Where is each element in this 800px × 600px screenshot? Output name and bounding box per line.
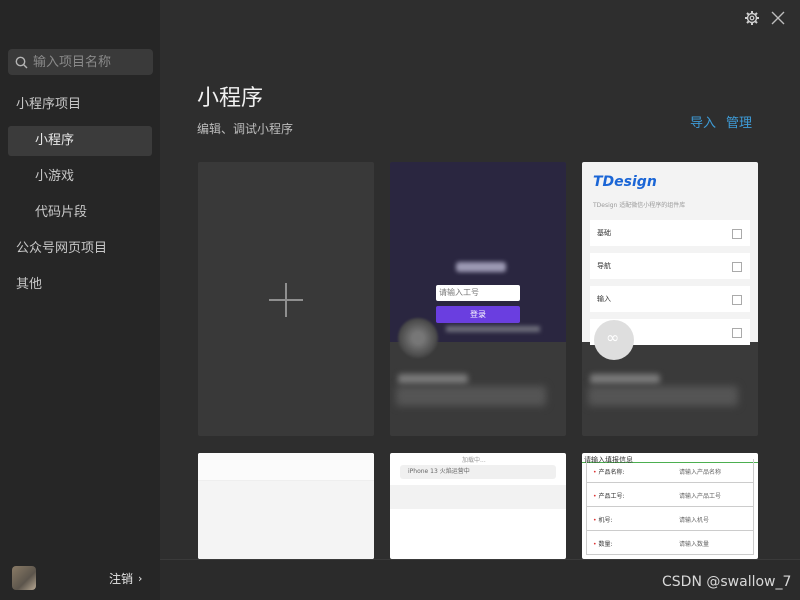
- blurred-text: [456, 262, 506, 272]
- preview-list-item: 基础: [590, 220, 750, 246]
- preview-button: 登录: [436, 306, 520, 323]
- form-placeholder: 请输入产品工号: [679, 493, 722, 500]
- project-desc-blurred: [396, 386, 546, 406]
- close-icon[interactable]: [770, 10, 786, 26]
- watermark: CSDN @swallow_7: [662, 574, 792, 590]
- sidebar: 小程序项目 小程序 小游戏 代码片段 公众号网页项目 其他 注销 ›: [0, 0, 160, 600]
- project-preview: [198, 481, 374, 559]
- form-label: 数量:: [593, 539, 612, 548]
- sidebar-item-official-account-web[interactable]: 公众号网页项目: [0, 234, 160, 264]
- chevron-right-icon: ›: [138, 572, 143, 585]
- form-placeholder: 请输入产品名称: [679, 469, 722, 476]
- project-preview: 请输入工号 登录: [390, 162, 566, 342]
- form-row: 机号: 请输入机号: [586, 507, 754, 531]
- form-row: 产品工号: 请输入产品工号: [586, 483, 754, 507]
- project-card[interactable]: TDesign TDesign 适配微信小程序的组件库 基础 导航 输入: [582, 162, 758, 436]
- preview-input: 请输入工号: [436, 285, 520, 301]
- search-icon: [15, 56, 28, 68]
- form-label: 机号:: [593, 515, 612, 524]
- project-card[interactable]: 加载中... iPhone 13 火焰运营中: [390, 453, 566, 559]
- project-name-blurred: [590, 374, 660, 384]
- form-placeholder: 请输入机号: [679, 517, 710, 524]
- project-card[interactable]: [198, 453, 374, 559]
- import-link[interactable]: 导入: [690, 112, 716, 131]
- preview-list-item: 导航: [590, 253, 750, 279]
- link-icon: [594, 320, 634, 360]
- search-input[interactable]: [33, 54, 148, 70]
- tdesign-logo: TDesign: [593, 174, 657, 190]
- sidebar-item-miniprogram-projects[interactable]: 小程序项目: [0, 90, 160, 120]
- project-preview: [390, 485, 566, 509]
- logout-button[interactable]: 注销 ›: [109, 570, 142, 587]
- sidebar-item-other[interactable]: 其他: [0, 270, 160, 300]
- new-project-card[interactable]: [198, 162, 374, 436]
- sidebar-item-miniprogram[interactable]: 小程序: [8, 126, 152, 156]
- project-preview: TDesign TDesign 适配微信小程序的组件库 基础 导航 输入: [582, 162, 758, 345]
- app-window: 小程序项目 小程序 小游戏 代码片段 公众号网页项目 其他 注销 › 小程序 编…: [0, 0, 800, 600]
- loading-text: 加载中...: [462, 457, 486, 464]
- project-card[interactable]: 请输入填报信息 产品名称: 请输入产品名称 产品工号: 请输入产品工号 机号: …: [582, 453, 758, 559]
- preview-text: iPhone 13 火焰运营中: [400, 465, 556, 479]
- sidebar-item-minigame[interactable]: 小游戏: [0, 162, 160, 192]
- page-subtitle: 编辑、调试小程序: [197, 122, 294, 136]
- header-actions: 导入 管理: [690, 112, 752, 131]
- project-card[interactable]: 请输入工号 登录: [390, 162, 566, 436]
- form-label: 产品名称:: [593, 467, 624, 476]
- blurred-text: [446, 326, 540, 332]
- page-title: 小程序: [197, 86, 264, 111]
- logout-label: 注销: [109, 572, 134, 586]
- form-row: 数量: 请输入数量: [586, 531, 754, 555]
- preview-list-item: 输入: [590, 286, 750, 312]
- preview-text: TDesign 适配微信小程序的组件库: [593, 202, 686, 209]
- search-box[interactable]: [8, 49, 153, 75]
- form-placeholder: 请输入数量: [679, 541, 710, 548]
- avatar[interactable]: [12, 566, 36, 590]
- form-row: 产品名称: 请输入产品名称: [586, 459, 754, 483]
- manage-link[interactable]: 管理: [726, 112, 752, 131]
- plus-icon: [269, 283, 303, 317]
- project-avatar: [398, 318, 438, 358]
- project-preview: [198, 453, 374, 481]
- sidebar-item-code-snippet[interactable]: 代码片段: [0, 198, 160, 228]
- project-desc-blurred: [588, 386, 738, 406]
- project-name-blurred: [398, 374, 468, 384]
- gear-icon[interactable]: [744, 10, 760, 26]
- form-label: 产品工号:: [593, 491, 624, 500]
